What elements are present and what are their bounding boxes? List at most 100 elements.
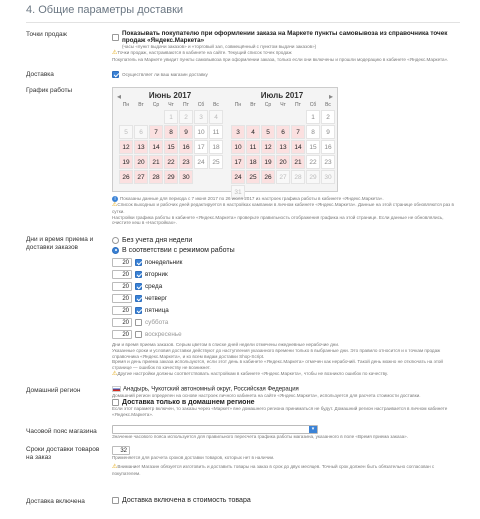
calendar-day[interactable]: 5: [261, 125, 275, 139]
weekday-header: Вс: [213, 102, 219, 108]
calendar-day[interactable]: 8: [164, 125, 178, 139]
calendar-day[interactable]: 6: [134, 125, 148, 139]
calendar-day[interactable]: 15: [306, 140, 320, 154]
calendar-day[interactable]: 16: [321, 140, 335, 154]
timezone-select[interactable]: ▾: [112, 425, 318, 434]
schedule-label: График работы: [26, 87, 73, 94]
weekday-checkbox[interactable]: [135, 294, 142, 302]
calendar-day[interactable]: 1: [164, 110, 178, 124]
calendar-day[interactable]: 13: [134, 140, 148, 154]
weekday-checkbox[interactable]: [135, 330, 142, 338]
weekday-label: пятница: [145, 306, 169, 314]
hours-note2: Указанные сроки и условия доставки дейст…: [112, 347, 441, 359]
calendar-day[interactable]: 23: [321, 155, 335, 169]
calendar-day[interactable]: 15: [164, 140, 178, 154]
hours-option-schedule-radio[interactable]: [112, 246, 119, 254]
calendar-day[interactable]: 20: [134, 155, 148, 169]
pickup-checkbox[interactable]: [112, 33, 119, 41]
calendar-day[interactable]: 11: [209, 125, 223, 139]
delivery-checkbox[interactable]: [112, 71, 119, 78]
calendar-day[interactable]: 19: [119, 155, 133, 169]
calendar-day[interactable]: 28: [291, 170, 305, 184]
calendar-day[interactable]: 30: [321, 170, 335, 184]
weekday-label: суббота: [145, 318, 169, 326]
calendar-day[interactable]: 9: [179, 125, 193, 139]
calendar-day: [194, 170, 208, 184]
weekday-row: 20 суббота: [112, 316, 462, 328]
calendar-day[interactable]: 27: [276, 170, 290, 184]
delivery-included-checkbox[interactable]: [112, 497, 119, 504]
hour-input[interactable]: 20: [112, 281, 132, 291]
hour-input[interactable]: 20: [112, 305, 132, 315]
calendar-day[interactable]: 19: [261, 155, 275, 169]
calendar-day[interactable]: 12: [119, 140, 133, 154]
calendar-day[interactable]: 30: [179, 170, 193, 184]
calendar-day: [134, 110, 148, 124]
calendar-day[interactable]: 18: [209, 140, 223, 154]
hour-input[interactable]: 20: [112, 293, 132, 303]
calendar-day[interactable]: 1: [306, 110, 320, 124]
calendar-day[interactable]: 24: [231, 170, 245, 184]
hours-option-any-radio[interactable]: [112, 236, 119, 244]
calendar-day[interactable]: 6: [276, 125, 290, 139]
calendar-day[interactable]: 3: [231, 125, 245, 139]
calendar-day[interactable]: 29: [306, 170, 320, 184]
calendar-day[interactable]: 13: [276, 140, 290, 154]
timezone-hint: Значение часового пояса используется для…: [112, 434, 408, 439]
weekday-row: 20 среда: [112, 280, 462, 292]
calendar-day[interactable]: 25: [246, 170, 260, 184]
calendar-day[interactable]: 4: [209, 110, 223, 124]
calendar-day[interactable]: 17: [231, 155, 245, 169]
calendar-day[interactable]: 26: [261, 170, 275, 184]
calendar-day[interactable]: 8: [306, 125, 320, 139]
hour-input[interactable]: 20: [112, 269, 132, 279]
calendar-day[interactable]: 3: [194, 110, 208, 124]
calendar-day[interactable]: 2: [179, 110, 193, 124]
hour-input[interactable]: 20: [112, 257, 132, 267]
calendar-day[interactable]: 26: [119, 170, 133, 184]
hour-input[interactable]: 20: [112, 329, 132, 339]
month-grid: Пн Вт Ср Чт Пт Сб Вс 1 2 3 4 5 6 7 8 9 10 11 12 13 14 15 16 17 1…: [231, 101, 337, 199]
weekday-row: 20 четверг: [112, 292, 462, 304]
timezone-label: Часовой пояс магазина: [26, 428, 97, 435]
calendar-day[interactable]: 11: [246, 140, 260, 154]
weekday-checkbox[interactable]: [135, 270, 142, 278]
hour-input[interactable]: 20: [112, 317, 132, 327]
calendar-day[interactable]: 21: [291, 155, 305, 169]
weekday-checkbox[interactable]: [135, 306, 142, 314]
calendar-day[interactable]: 28: [149, 170, 163, 184]
weekday-checkbox[interactable]: [135, 258, 142, 266]
calendar-day[interactable]: 14: [149, 140, 163, 154]
calendar-day[interactable]: 5: [119, 125, 133, 139]
weekday-header: Чт: [280, 102, 286, 108]
calendar-day[interactable]: 16: [179, 140, 193, 154]
weekday-label: вторник: [145, 270, 168, 278]
calendar-day[interactable]: 14: [291, 140, 305, 154]
calendar-day[interactable]: 4: [246, 125, 260, 139]
calendar-day[interactable]: 23: [179, 155, 193, 169]
calendar-day[interactable]: 10: [231, 140, 245, 154]
weekday-checkbox[interactable]: [135, 282, 142, 290]
calendar-day[interactable]: 22: [164, 155, 178, 169]
calendar-day[interactable]: 29: [164, 170, 178, 184]
calendar-day[interactable]: 22: [306, 155, 320, 169]
calendar-day: [276, 110, 290, 124]
calendar-day[interactable]: 7: [291, 125, 305, 139]
calendar-day[interactable]: 12: [261, 140, 275, 154]
delivery-included-label: Доставка включена в стоимость товара: [122, 497, 251, 504]
calendar-day[interactable]: 10: [194, 125, 208, 139]
calendar-day[interactable]: 27: [134, 170, 148, 184]
calendar-day[interactable]: 2: [321, 110, 335, 124]
calendar-day[interactable]: 25: [209, 155, 223, 169]
calendar-day[interactable]: 21: [149, 155, 163, 169]
calendar-day[interactable]: 20: [276, 155, 290, 169]
weekday-checkbox[interactable]: [135, 318, 142, 326]
terms-input[interactable]: 32: [112, 446, 130, 455]
calendar-day[interactable]: 17: [194, 140, 208, 154]
home-region-only-checkbox[interactable]: [112, 399, 119, 407]
month-title: Июль 2017: [260, 91, 304, 100]
calendar-day[interactable]: 24: [194, 155, 208, 169]
calendar-day[interactable]: 9: [321, 125, 335, 139]
calendar-day[interactable]: 7: [149, 125, 163, 139]
calendar-day[interactable]: 18: [246, 155, 260, 169]
